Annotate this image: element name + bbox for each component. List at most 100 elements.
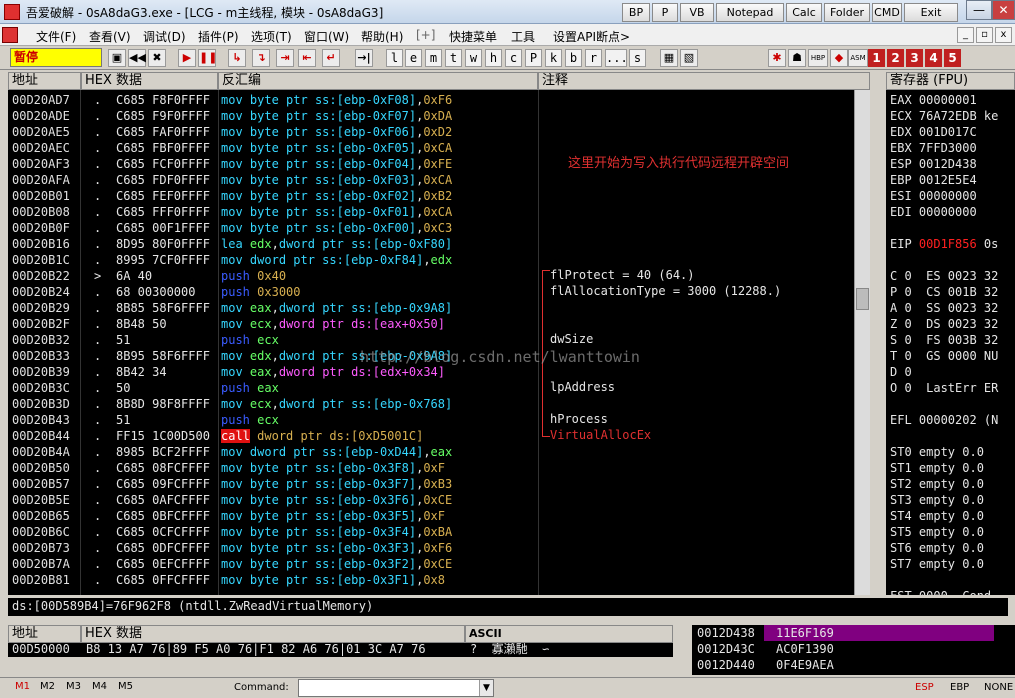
close-icon[interactable]: ✕ (992, 0, 1015, 20)
menu-plugins[interactable]: 插件(P) (198, 28, 239, 45)
plugin-4-button[interactable]: 4 (925, 49, 942, 67)
plugin-star-icon[interactable]: ✱ (768, 49, 786, 67)
dump-header-address[interactable]: 地址 (8, 625, 81, 643)
appearance-icon[interactable]: ▧ (680, 49, 698, 67)
register-line[interactable]: ST1 empty 0.0 (890, 460, 984, 476)
close-program-icon[interactable]: ✖ (148, 49, 166, 67)
stack-esp-button[interactable]: ESP (915, 682, 934, 693)
registers-pane[interactable]: EAX 00000001 ECX 76A72EDB ke EDX 001D017C E… (886, 90, 1015, 595)
source-window-button[interactable]: s (629, 49, 646, 67)
mtab-m1[interactable]: M1 (15, 681, 30, 692)
execute-till-return-icon[interactable]: ↵ (322, 49, 340, 67)
col-header-hex[interactable]: HEX 数据 (81, 72, 218, 90)
modules-window-button[interactable]: e (405, 49, 422, 67)
log-window-button[interactable]: l (386, 49, 403, 67)
trace-over-icon[interactable]: ⇤ (298, 49, 316, 67)
menu-window[interactable]: 窗口(W) (304, 28, 349, 45)
register-line[interactable]: EBX 7FFD3000 (890, 140, 977, 156)
windows-window-button[interactable]: w (465, 49, 482, 67)
menu-api-breakpoint[interactable]: 设置API断点> (553, 28, 630, 45)
patches-window-button[interactable]: P (525, 49, 542, 67)
register-line[interactable]: EDI 00000000 (890, 204, 977, 220)
command-input[interactable] (298, 679, 494, 697)
dump-header-ascii[interactable]: ASCII (465, 625, 673, 643)
plugin-2-button[interactable]: 2 (887, 49, 904, 67)
col-header-address[interactable]: 地址 (8, 72, 81, 90)
register-line[interactable]: Z 0 DS 0023 32 (890, 316, 998, 332)
threads-window-button[interactable]: t (445, 49, 462, 67)
disasm-scroll-thumb[interactable] (856, 288, 869, 310)
register-line[interactable]: ST4 empty 0.0 (890, 508, 984, 524)
register-line[interactable]: ST5 empty 0.0 (890, 524, 984, 540)
register-line[interactable]: S 0 FS 003B 32 (890, 332, 998, 348)
menu-options[interactable]: 选项(T) (251, 28, 292, 45)
register-line[interactable]: ECX 76A72EDB ke (890, 108, 998, 124)
menu-file[interactable]: 文件(F) (36, 28, 76, 45)
pause-icon[interactable]: ❚❚ (198, 49, 217, 67)
disassembly-pane[interactable]: 00D20AD7. C685 F8F0FFFF mov byte ptr ss:[e… (8, 90, 870, 595)
mdi-restore-icon[interactable]: ▫ (976, 27, 993, 43)
registers-header[interactable]: 寄存器 (FPU) (886, 72, 1015, 90)
register-line[interactable]: EDX 001D017C (890, 124, 977, 140)
cpu-window-button[interactable]: c (505, 49, 522, 67)
vb-button[interactable]: VB (680, 3, 714, 22)
register-line[interactable]: D 0 (890, 364, 912, 380)
restart-icon[interactable]: ◀◀ (128, 49, 146, 67)
register-line[interactable]: ST0 empty 0.0 (890, 444, 984, 460)
mtab-m2[interactable]: M2 (40, 681, 55, 692)
asm-icon[interactable]: ASM (848, 49, 868, 67)
register-line[interactable]: ESP 0012D438 (890, 156, 977, 172)
register-line[interactable]: EAX 00000001 (890, 92, 977, 108)
open-icon[interactable]: ▣ (108, 49, 126, 67)
hardware-breakpoint-icon[interactable]: HBP (808, 49, 828, 67)
step-over-icon[interactable]: ↴ (252, 49, 270, 67)
register-line[interactable]: P 0 CS 001B 32 (890, 284, 998, 300)
mtab-m4[interactable]: M4 (92, 681, 107, 692)
disasm-scrollbar[interactable] (854, 90, 870, 595)
calc-button[interactable]: Calc (786, 3, 822, 22)
menu-debug[interactable]: 调试(D) (143, 28, 186, 45)
plugin-5-button[interactable]: 5 (944, 49, 961, 67)
menu-plus[interactable]: [+] (416, 28, 435, 42)
plugin-1-button[interactable]: 1 (868, 49, 885, 67)
col-header-comment[interactable]: 注释 (538, 72, 870, 90)
register-line[interactable]: ST6 empty 0.0 (890, 540, 984, 556)
register-line[interactable]: A 0 SS 0023 32 (890, 300, 998, 316)
menu-shortcuts[interactable]: 快捷菜单 (449, 28, 497, 45)
chevron-down-icon[interactable]: ▼ (479, 680, 493, 696)
stack-pane[interactable]: 0012D438 11E6F169 0012D43C AC0F1390 0012D440… (692, 625, 1015, 675)
menu-help[interactable]: 帮助(H) (361, 28, 403, 45)
plugin-diamond-icon[interactable]: ◆ (830, 49, 848, 67)
dump-header-hex[interactable]: HEX 数据 (81, 625, 465, 643)
register-line[interactable]: EBP 0012E5E4 (890, 172, 977, 188)
cmd-button[interactable]: CMD (872, 3, 902, 22)
debug-options-icon[interactable]: ▦ (660, 49, 678, 67)
step-into-icon[interactable]: ↳ (228, 49, 246, 67)
register-line[interactable]: EFL 00000202 (N (890, 412, 998, 428)
mdi-close-icon[interactable]: x (995, 27, 1012, 43)
handles-window-button[interactable]: h (485, 49, 502, 67)
register-line[interactable]: EIP 00D1F856 0s (890, 236, 998, 252)
minimize-icon[interactable]: — (966, 0, 992, 20)
plugin-home-icon[interactable]: ☗ (788, 49, 806, 67)
register-line[interactable]: T 0 GS 0000 NU (890, 348, 998, 364)
goto-icon[interactable]: →| (355, 49, 373, 67)
breakpoints-window-button[interactable]: b (565, 49, 582, 67)
menu-tools[interactable]: 工具 (511, 28, 535, 45)
bp-button[interactable]: BP (622, 3, 650, 22)
p-button[interactable]: P (652, 3, 678, 22)
exit-button[interactable]: Exit (904, 3, 958, 22)
dump-pane[interactable]: 00D50000 B8 13 A7 76|89 F5 A0 76|F1 82 A… (8, 643, 673, 657)
memory-window-button[interactable]: m (425, 49, 442, 67)
col-header-disasm[interactable]: 反汇编 (218, 72, 538, 90)
plugin-3-button[interactable]: 3 (906, 49, 923, 67)
register-line[interactable]: ST3 empty 0.0 (890, 492, 984, 508)
mtab-m5[interactable]: M5 (118, 681, 133, 692)
callstack-window-button[interactable]: k (545, 49, 562, 67)
folder-button[interactable]: Folder (824, 3, 870, 22)
register-line[interactable]: FST 0000 Cond (890, 588, 991, 595)
menu-view[interactable]: 查看(V) (89, 28, 131, 45)
run-icon[interactable]: ▶ (178, 49, 196, 67)
run-trace-button[interactable]: ... (605, 49, 628, 67)
register-line[interactable]: ST2 empty 0.0 (890, 476, 984, 492)
